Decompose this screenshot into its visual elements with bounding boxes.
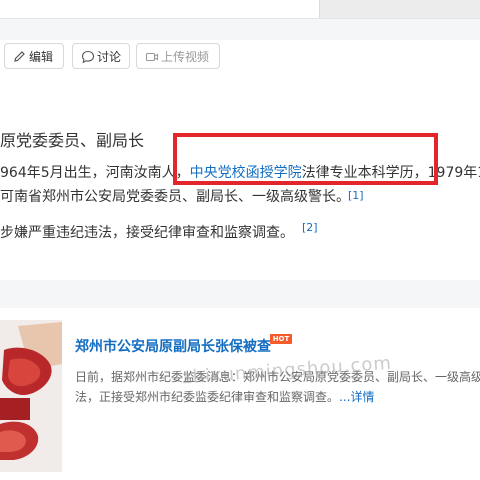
- highlight-box: [173, 133, 438, 185]
- news-summary-line-2: 法，正接受郑州市纪委监委纪律审查和监察调查。...详情: [75, 388, 374, 405]
- more-link[interactable]: ...详情: [339, 390, 374, 404]
- bio-line-2-text: 可南省郑州市公安局党委委员、副局长、一级高级警长。: [0, 189, 350, 205]
- handcuff-image: [0, 320, 62, 472]
- reference-1[interactable]: [1]: [348, 189, 364, 202]
- upload-video-label: 上传视频: [161, 50, 210, 64]
- hot-badge: HOT: [270, 334, 292, 344]
- news-summary-line-2-text: 法，正接受郑州市纪委监委纪律审查和监察调查。: [75, 390, 340, 404]
- bio-line-3-text: 步嫌严重违纪违法，接受纪律审查和监察调查。: [0, 225, 294, 241]
- edit-label: 编辑: [29, 50, 54, 64]
- edit-button[interactable]: 编辑: [4, 43, 64, 69]
- bio-line-2: 可南省郑州市公安局党委委员、副局长、一级高级警长。: [0, 186, 350, 206]
- position-heading: 原党委委员、副局长: [0, 131, 145, 150]
- bio-line-3: 步嫌严重违纪违法，接受纪律审查和监察调查。 [2]: [0, 221, 318, 242]
- upload-video-button[interactable]: 上传视频: [136, 43, 220, 69]
- reference-2[interactable]: [2]: [302, 221, 318, 234]
- video-icon: [145, 52, 159, 62]
- comment-icon: [81, 50, 95, 64]
- discuss-button[interactable]: 讨论: [72, 43, 130, 69]
- bio-line-1-prefix: 964年5月出生，河南汝南人，: [0, 165, 190, 181]
- news-title[interactable]: 郑州市公安局原副局长张保被查: [75, 336, 271, 356]
- discuss-label: 讨论: [97, 50, 122, 64]
- news-thumbnail[interactable]: [0, 320, 62, 472]
- edit-icon: [14, 51, 25, 62]
- top-bar-search-area[interactable]: [319, 0, 480, 18]
- top-bar: [0, 0, 480, 19]
